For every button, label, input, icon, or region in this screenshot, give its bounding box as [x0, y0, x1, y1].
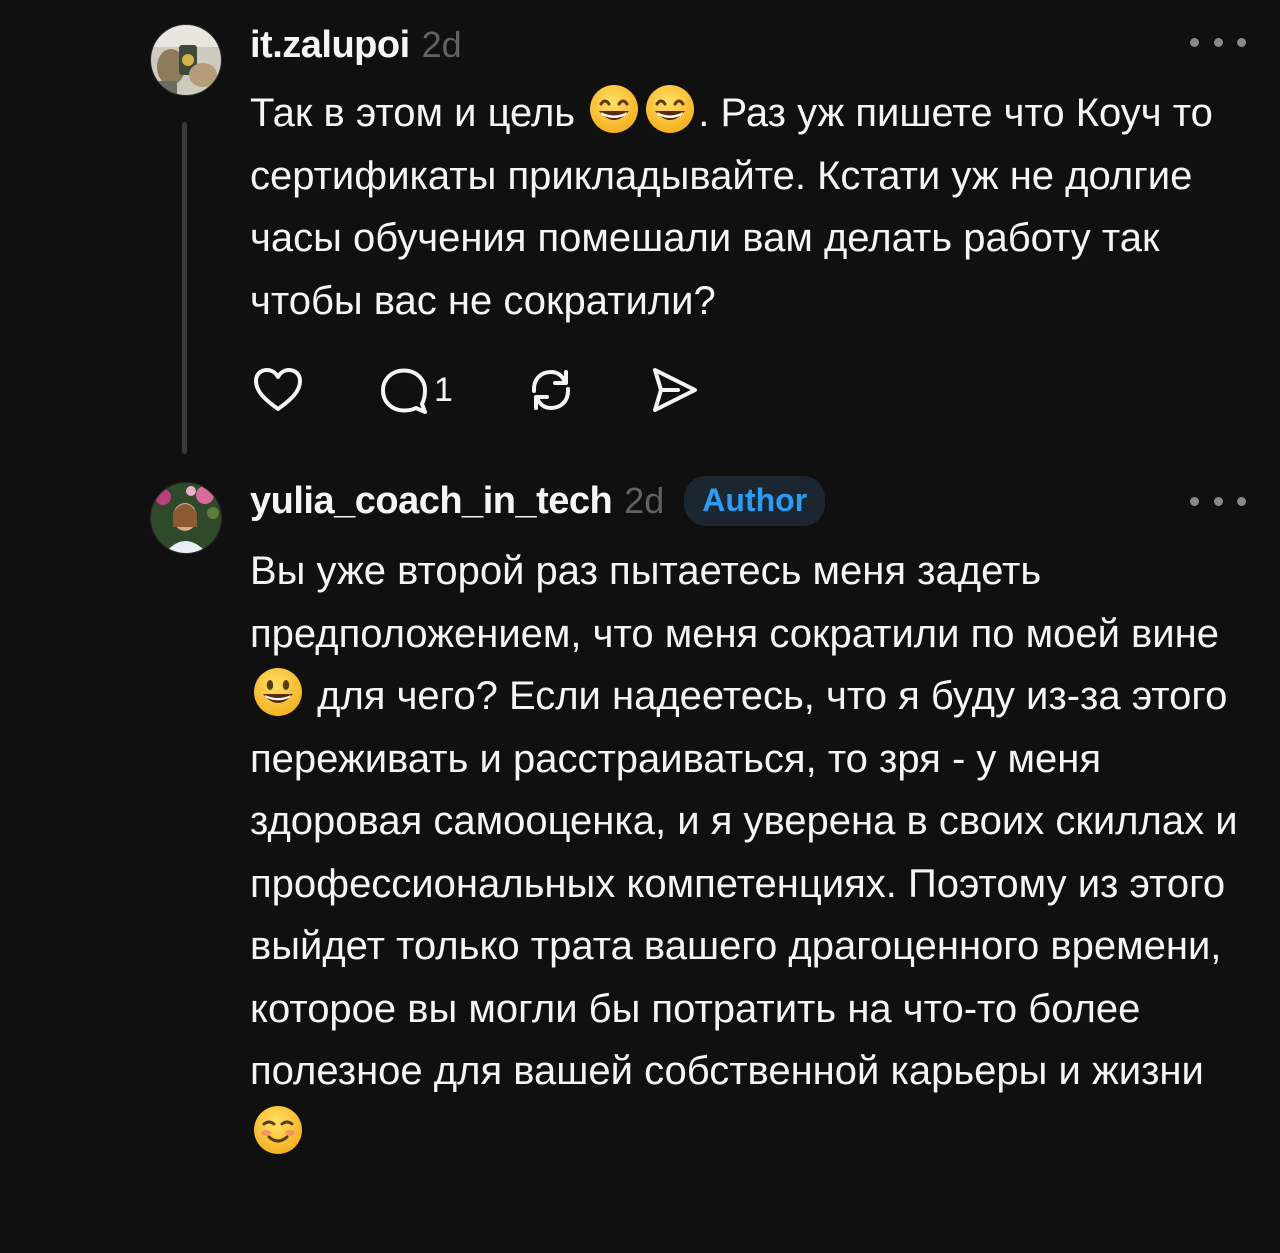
comment-header: yulia_coach_in_tech 2d Author — [250, 475, 826, 527]
more-dot — [1190, 496, 1199, 506]
comment-text-part: Так в этом и цель — [250, 91, 587, 135]
grinning-face-emoji-icon — [590, 85, 639, 133]
comment-text-part: Вы уже второй раз пытаетесь меня задеть … — [250, 549, 1219, 656]
timestamp: 2d — [624, 480, 665, 521]
thread-line — [182, 122, 187, 454]
repost-button[interactable] — [523, 362, 579, 418]
comment-header: it.zalupoi 2d — [250, 20, 462, 70]
reply-button[interactable]: 1 — [376, 362, 453, 418]
username[interactable]: yulia_coach_in_tech — [250, 480, 613, 523]
comment-text-part: для чего? Если надеетесь, что я буду из-… — [250, 674, 1238, 1093]
grinning-face-emoji-icon — [646, 85, 695, 133]
author-badge: Author — [684, 476, 826, 526]
more-dot — [1237, 37, 1246, 47]
comment-2: yulia_coach_in_tech 2d Author Вы уже вто… — [0, 460, 1280, 1253]
smiling-face-emoji-icon — [254, 1105, 302, 1154]
more-options-button[interactable] — [1190, 486, 1246, 516]
comment-text: Вы уже второй раз пытаетесь меня задеть … — [250, 540, 1250, 1165]
more-dot — [1237, 496, 1246, 506]
avatar[interactable] — [150, 24, 222, 96]
more-dot — [1213, 496, 1223, 506]
reply-count: 1 — [434, 370, 453, 409]
username[interactable]: it.zalupoi — [250, 24, 410, 67]
more-dot — [1190, 37, 1199, 47]
comment-1: it.zalupoi 2d Так в этом и цель . Раз уж… — [0, 0, 1280, 460]
like-button[interactable] — [250, 362, 306, 418]
more-dot — [1213, 37, 1223, 47]
heart-icon — [254, 368, 302, 411]
timestamp: 2d — [421, 24, 462, 65]
comment-text: Так в этом и цель . Раз уж пишете что Ко… — [250, 82, 1250, 332]
share-button[interactable] — [645, 362, 701, 418]
smiling-face-open-mouth-emoji-icon — [254, 668, 302, 716]
repost-icon — [531, 369, 570, 411]
more-options-button[interactable] — [1190, 27, 1246, 57]
comment-icon — [381, 368, 427, 414]
action-bar: 1 — [250, 360, 701, 420]
avatar[interactable] — [150, 482, 222, 554]
send-icon — [652, 368, 697, 412]
